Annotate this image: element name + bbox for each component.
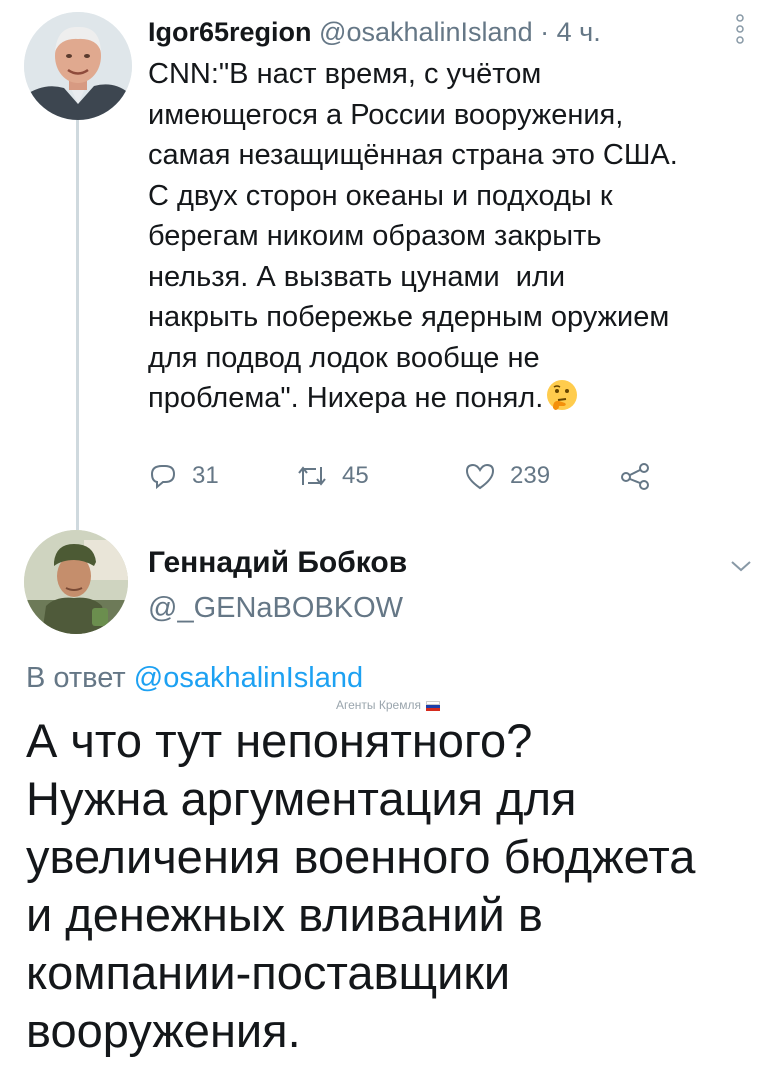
watermark-text: Агенты Кремля: [336, 698, 421, 712]
tweet-text-line: С двух сторон океаны и подходы к: [148, 179, 613, 212]
more-vertical-icon[interactable]: [732, 10, 748, 50]
tweet-text-line: накрыть побережье ядерным оружием: [148, 301, 670, 333]
tweet-text-line: увеличения военного бюджета: [26, 830, 696, 883]
tweet-text-line: А что тут непонятного?: [26, 714, 533, 767]
chevron-down-icon[interactable]: [728, 556, 754, 576]
reply-prefix: В ответ: [26, 662, 134, 694]
reply-mention-link[interactable]: @osakhalinIsland: [134, 662, 363, 694]
avatar-gennadiy-bobkov[interactable]: [24, 530, 128, 634]
author-handle[interactable]: @_GENaBOBKOW: [148, 592, 403, 625]
tweet-text-line: CNN:"В наст время, с учётом: [148, 58, 542, 90]
author-name[interactable]: Геннадий Бобков: [148, 546, 407, 580]
reply-context: В ответ @osakhalinIsland: [26, 662, 363, 695]
tweet-text-line: проблема". Нихера не понял.: [148, 382, 544, 414]
tweet-text-line: самая незащищённая страна это США.: [148, 139, 678, 171]
tweet-text-line: Нужна аргументация для: [26, 772, 577, 825]
watermark: Агенты Кремля: [336, 698, 440, 712]
tweet1-text: CNN:"В наст время, с учётом имеющегося а…: [148, 54, 768, 419]
header-separator: ·: [540, 17, 550, 47]
author-handle[interactable]: @osakhalinIsland: [319, 17, 533, 47]
thinking-face-emoji: [545, 378, 579, 412]
tweet-text-line: компании-поставщики: [26, 946, 511, 999]
retweet-icon: [296, 461, 328, 491]
author-name[interactable]: Igor65region: [148, 17, 312, 47]
share-button[interactable]: [620, 456, 652, 496]
tweet2-text: А что тут непонятного? Нужна аргументаци…: [26, 712, 766, 1060]
tweet1-header: Igor65region @osakhalinIsland · 4 ч.: [148, 14, 601, 50]
tweet-timestamp[interactable]: 4 ч.: [557, 17, 601, 47]
tweet-text-line: и денежных вливаний в: [26, 888, 543, 941]
tweet-text-line: вооружения.: [26, 1004, 301, 1057]
reply-icon: [148, 461, 178, 491]
russian-flag-icon: [425, 700, 440, 711]
thread-line: [76, 118, 79, 530]
share-icon: [620, 461, 652, 491]
reply-button[interactable]: 31: [148, 456, 219, 496]
tweet-text-line: берегам никоим образом закрыть: [148, 220, 602, 252]
like-count: 239: [510, 462, 551, 489]
retweet-count: 45: [342, 462, 369, 489]
like-icon: [464, 461, 496, 491]
tweet-text-line: нельзя. А вызвать цунами или: [148, 260, 566, 293]
retweet-button[interactable]: 45: [296, 456, 369, 496]
like-button[interactable]: 239: [464, 456, 550, 496]
tweet-text-line: для подвод лодок вообще не: [148, 341, 540, 374]
reply-count: 31: [192, 462, 219, 489]
tweet-text-line: имеющегося а России вооружения,: [148, 98, 624, 131]
avatar-igor65region[interactable]: [24, 12, 132, 120]
